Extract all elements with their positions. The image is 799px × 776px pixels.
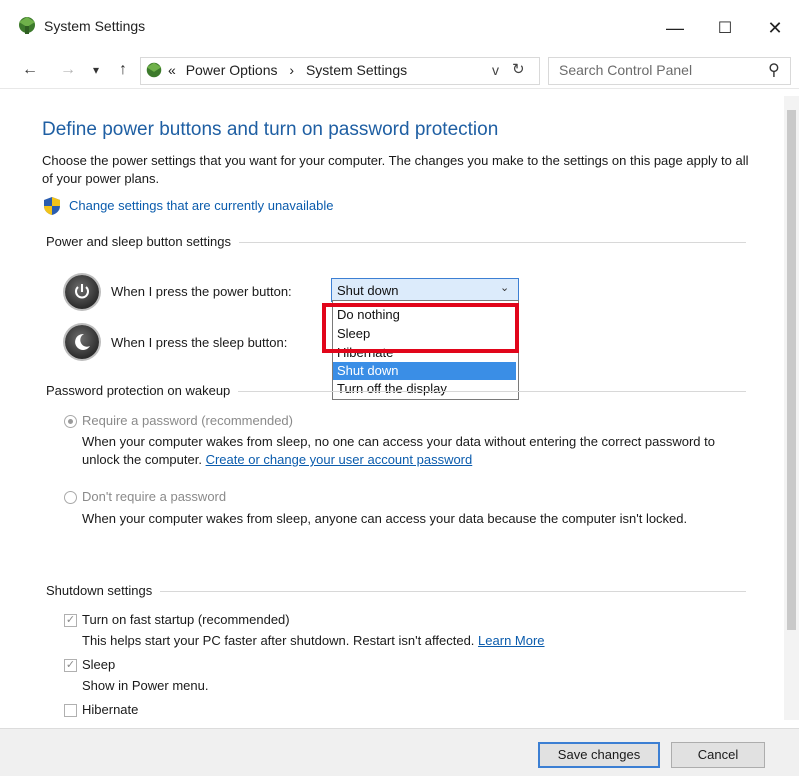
create-password-link[interactable]: Create or change your user account passw… xyxy=(206,452,473,467)
fast-startup-checkbox[interactable]: ✓ xyxy=(64,614,77,627)
up-arrow-icon[interactable]: ↑ xyxy=(112,58,134,82)
breadcrumb-power-options[interactable]: Power Options xyxy=(186,62,278,78)
power-section-title: Power and sleep button settings xyxy=(46,234,240,249)
require-password-description: When your computer wakes from sleep, no … xyxy=(82,433,742,469)
window-title: System Settings xyxy=(44,18,146,34)
highlight-callout-box xyxy=(322,303,519,353)
dont-require-password-label: Don't require a password xyxy=(82,489,227,504)
sleep-checkbox[interactable]: ✓ xyxy=(64,659,77,672)
minimize-button[interactable]: — xyxy=(652,10,698,46)
search-placeholder: Search Control Panel xyxy=(559,62,693,78)
require-password-label: Require a password (recommended) xyxy=(82,413,293,428)
intro-text: Choose the power settings that you want … xyxy=(42,153,749,186)
moon-icon xyxy=(75,333,90,350)
fast-startup-label: Turn on fast startup (recommended) xyxy=(82,612,290,627)
close-button[interactable]: ✕ xyxy=(752,10,798,46)
control-panel-icon xyxy=(19,17,35,34)
learn-more-link[interactable]: Learn More xyxy=(478,633,544,648)
dont-require-password-description: When your computer wakes from sleep, any… xyxy=(82,511,688,526)
recent-locations-chevron-icon[interactable]: ▾ xyxy=(88,58,104,82)
sleep-button-label: When I press the sleep button: xyxy=(111,335,288,350)
change-settings-link[interactable]: Change settings that are currently unava… xyxy=(69,198,334,213)
chevron-down-icon[interactable]: ⌄ xyxy=(500,281,509,294)
power-symbol-icon xyxy=(75,284,89,299)
option-turn-off-display[interactable]: Turn off the display xyxy=(333,380,516,398)
sleep-description: Show in Power menu. xyxy=(82,678,209,693)
dont-require-password-radio[interactable] xyxy=(64,491,77,504)
breadcrumb-separator: « xyxy=(168,62,176,78)
cancel-button[interactable]: Cancel xyxy=(671,742,765,768)
shutdown-section-title: Shutdown settings xyxy=(46,583,161,598)
fast-startup-description: This helps start your PC faster after sh… xyxy=(82,632,545,650)
hibernate-checkbox[interactable] xyxy=(64,704,77,717)
password-section-title: Password protection on wakeup xyxy=(46,383,239,398)
forward-arrow-icon[interactable]: → xyxy=(56,58,80,82)
fast-startup-desc-text: This helps start your PC faster after sh… xyxy=(82,633,475,648)
page-title: Define power buttons and turn on passwor… xyxy=(42,119,499,140)
require-password-radio[interactable] xyxy=(64,415,77,428)
maximize-button[interactable]: ☐ xyxy=(702,10,748,46)
breadcrumb-system-settings[interactable]: System Settings xyxy=(306,62,407,78)
refresh-icon[interactable]: ↻ xyxy=(512,60,525,78)
control-panel-icon xyxy=(146,62,162,78)
divider xyxy=(0,88,799,89)
hibernate-label: Hibernate xyxy=(82,702,139,717)
power-button-label: When I press the power button: xyxy=(111,284,292,299)
breadcrumb-chevron-icon[interactable]: › xyxy=(289,62,294,78)
back-arrow-icon[interactable]: ← xyxy=(18,58,42,82)
option-shut-down[interactable]: Shut down xyxy=(333,362,516,380)
sleep-label: Sleep xyxy=(82,657,116,672)
uac-shield-icon xyxy=(44,197,60,215)
scrollbar-thumb[interactable] xyxy=(787,110,796,630)
breadcrumb: « Power Options › System Settings xyxy=(168,62,407,78)
save-changes-button[interactable]: Save changes xyxy=(538,742,660,768)
power-button-action-value: Shut down xyxy=(337,283,399,298)
search-icon[interactable]: ⚲ xyxy=(768,60,780,80)
address-dropdown-icon[interactable]: v xyxy=(492,62,499,78)
